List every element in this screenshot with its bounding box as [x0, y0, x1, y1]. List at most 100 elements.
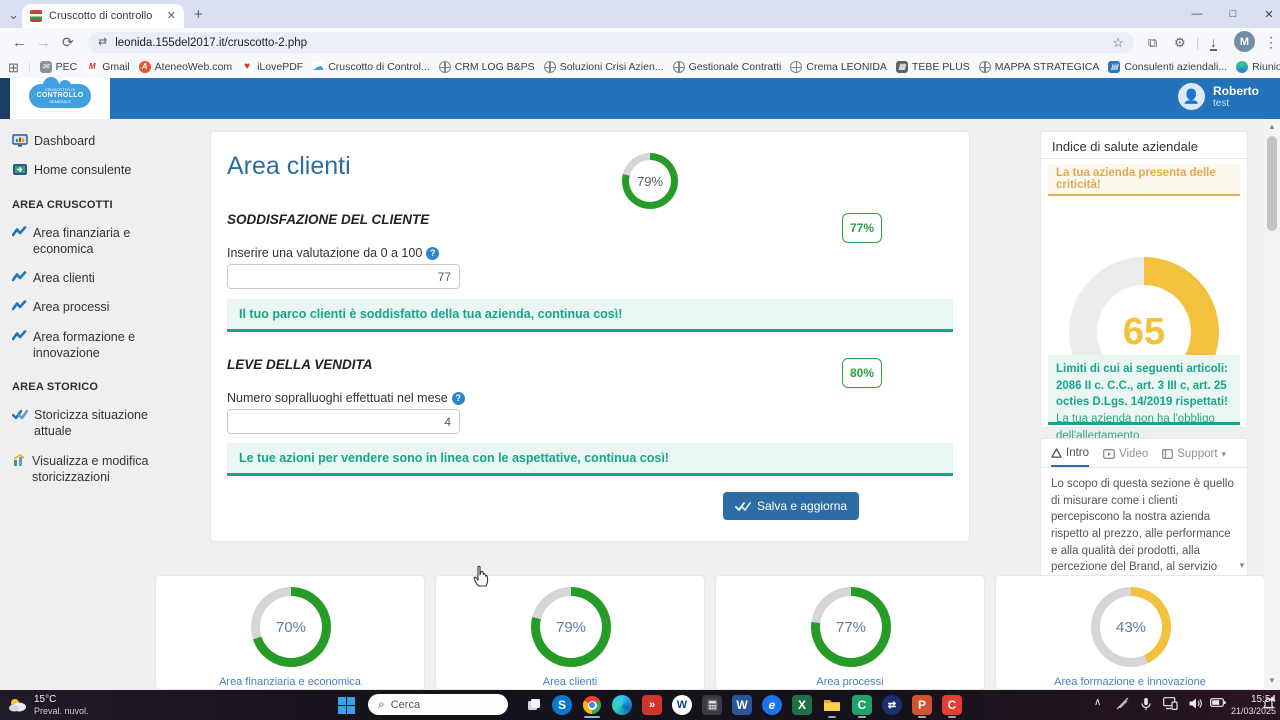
bookmark-gestionale[interactable]: Gestionale Contratti [672, 61, 781, 73]
browser-menu-icon[interactable]: ⋮ [1264, 35, 1278, 49]
save-button[interactable]: Salva e aggiorna [723, 492, 860, 520]
valutazione-label: Inserire una valutazione da 0 a 100 ? [227, 246, 440, 260]
bookmark-ilovepdf[interactable]: ♥ iLovePDF [241, 61, 303, 73]
sidebar-item-storicizza[interactable]: Storicizza situazione attuale [12, 407, 150, 440]
edge-icon[interactable] [612, 695, 632, 715]
bookmark-webex[interactable]: Riunioni Webex per... [1236, 61, 1280, 73]
reload-button[interactable]: ⟳ [62, 35, 74, 49]
app-logo[interactable]: CRUSCOTTO DI CONTROLLO GENERALE ········… [10, 76, 110, 119]
downloads-button[interactable]: ↓ [1210, 35, 1217, 51]
card-label[interactable]: Area formazione e innovazione [996, 676, 1264, 688]
tab-search-chevron-icon[interactable]: ⌄ [8, 8, 19, 21]
pec-icon: ✉ [39, 61, 52, 73]
teamviewer-icon[interactable]: ⇄ [882, 695, 902, 715]
user-menu[interactable]: 👤 Roberto test [1178, 83, 1259, 110]
excel-icon[interactable]: X [792, 695, 812, 715]
microphone-icon[interactable] [1140, 697, 1152, 714]
sopralluoghi-input[interactable] [227, 409, 460, 434]
bookmark-crm[interactable]: CRM LOG B&PS [438, 61, 535, 73]
cast-screen-icon[interactable] [1163, 697, 1178, 713]
sync-browser-icon[interactable]: e [762, 695, 782, 715]
card-label[interactable]: Area finanziaria e economica [156, 676, 424, 688]
sidebar-item-home-consulente[interactable]: Home consulente [12, 162, 150, 178]
dashboard-icon [12, 134, 28, 147]
card-label[interactable]: Area clienti [436, 676, 704, 688]
window-minimize-button[interactable]: — [1180, 1, 1214, 27]
sidebar-item-visualizza[interactable]: Visualizza e modifica storicizzazioni [12, 453, 150, 486]
url-text[interactable]: leonida.155del2017.it/cruscotto-2.php [115, 37, 1104, 49]
sidebar-item-area-formazione[interactable]: Area formazione e innovazione [12, 329, 150, 362]
red-app-icon[interactable]: » [642, 695, 662, 715]
bookmark-cruscotto[interactable]: ☁ Cruscotto di Control... [312, 61, 430, 73]
tray-chevron-up-icon[interactable]: ∧ [1094, 697, 1101, 708]
site-settings-icon[interactable]: ⇄ [98, 37, 107, 48]
back-button[interactable]: ← [12, 35, 27, 50]
warning-triangle-icon [1051, 448, 1062, 458]
mouse-cursor [473, 565, 489, 587]
help-icon[interactable]: ? [451, 391, 465, 405]
bell-icon [1262, 697, 1275, 709]
monitor-phone-icon [1163, 697, 1178, 711]
tab-intro[interactable]: Intro [1051, 447, 1090, 467]
bookmark-pec[interactable]: ✉ PEC [39, 61, 77, 73]
window-close-button[interactable]: ✕ [1252, 1, 1280, 27]
pen-disabled-icon[interactable] [1116, 697, 1129, 713]
bookmark-consulenti[interactable]: ▤ Consulenti aziendali... [1108, 61, 1227, 73]
task-view-button[interactable] [524, 695, 544, 715]
card-label[interactable]: Area processi [716, 676, 984, 688]
bookmark-star-icon[interactable]: ☆ [1112, 36, 1124, 49]
summary-card-processi[interactable]: 77% Area processi [715, 575, 985, 690]
window-maximize-button[interactable]: □ [1216, 1, 1250, 27]
tab-close-icon[interactable]: ✕ [167, 10, 176, 22]
red-c-app-icon[interactable]: C [942, 695, 962, 718]
tab-video[interactable]: Video [1103, 448, 1148, 466]
apps-grid-icon[interactable]: ⊞ [8, 61, 19, 74]
summary-card-clienti[interactable]: 79% Area clienti [435, 575, 705, 690]
panel-scroll-down-icon[interactable]: ▼ [1238, 561, 1246, 570]
browser-tab[interactable]: Cruscotto di controllo ✕ [22, 4, 184, 28]
battery-icon[interactable] [1210, 697, 1226, 711]
scroll-up-icon[interactable]: ▲ [1268, 122, 1276, 131]
summary-card-finanziaria[interactable]: 70% Area finanziaria e economica [155, 575, 425, 690]
bookmark-mappa[interactable]: MAPPA STRATEGICA [978, 61, 1099, 73]
bookmark-crema[interactable]: Crema LEONIDA [790, 61, 887, 73]
valutazione-input[interactable] [227, 264, 460, 289]
bookmark-tebe[interactable]: ▦ TEBE PLUS [895, 61, 970, 73]
sidebar-item-area-processi[interactable]: Area processi [12, 299, 150, 315]
cloud-logo-icon: CRUSCOTTO DI CONTROLLO GENERALE [29, 76, 91, 108]
webex-icon[interactable]: W [672, 695, 692, 715]
scrollbar-thumb[interactable] [1267, 136, 1277, 231]
skype-icon[interactable]: S [552, 695, 572, 715]
green-c-app-icon[interactable]: C [852, 695, 872, 718]
extensions-icon[interactable]: ⚙ [1174, 36, 1186, 49]
start-button[interactable] [336, 695, 356, 715]
forward-button[interactable]: → [36, 35, 51, 50]
chrome-icon[interactable] [582, 695, 602, 718]
bookmark-ateneoweb[interactable]: A AteneoWeb.com [138, 61, 232, 73]
file-explorer-icon[interactable] [822, 695, 842, 718]
sidebar-item-area-finanziaria[interactable]: Area finanziaria e economica [12, 225, 150, 258]
scroll-down-icon[interactable]: ▼ [1268, 676, 1276, 685]
summary-card-formazione[interactable]: 43% Area formazione e innovazione [995, 575, 1265, 690]
volume-icon[interactable] [1188, 697, 1202, 713]
sidebar-item-dashboard[interactable]: Dashboard [12, 133, 150, 149]
sidebar-item-area-clienti[interactable]: Area clienti [12, 270, 150, 286]
webex-icon [1236, 61, 1249, 73]
weather-widget[interactable]: 15°C Preval. nuvol. [8, 694, 89, 716]
new-tab-button[interactable]: + [194, 7, 203, 22]
notification-bell-icon[interactable] [1262, 696, 1275, 713]
bookmark-soluzioni[interactable]: Soluzioni Crisi Azien... [543, 61, 664, 73]
word-icon[interactable]: W [732, 695, 752, 715]
bookmark-gmail[interactable]: M Gmail [86, 61, 130, 73]
user-name: Roberto [1213, 83, 1259, 98]
taskbar-search[interactable]: ⌕ Cerca [368, 694, 508, 715]
address-bar[interactable]: ⇄ leonida.155del2017.it/cruscotto-2.php … [88, 32, 1134, 53]
profile-avatar[interactable]: M [1234, 31, 1255, 52]
globe-icon [438, 61, 451, 73]
screenshot-icon[interactable]: ⧉ [1148, 36, 1157, 49]
calculator-icon[interactable] [702, 695, 722, 715]
pen-icon [1116, 697, 1129, 710]
powerpoint-icon[interactable]: P [912, 695, 932, 718]
tab-support[interactable]: Support ▾ [1162, 448, 1226, 466]
help-icon[interactable]: ? [426, 246, 440, 260]
